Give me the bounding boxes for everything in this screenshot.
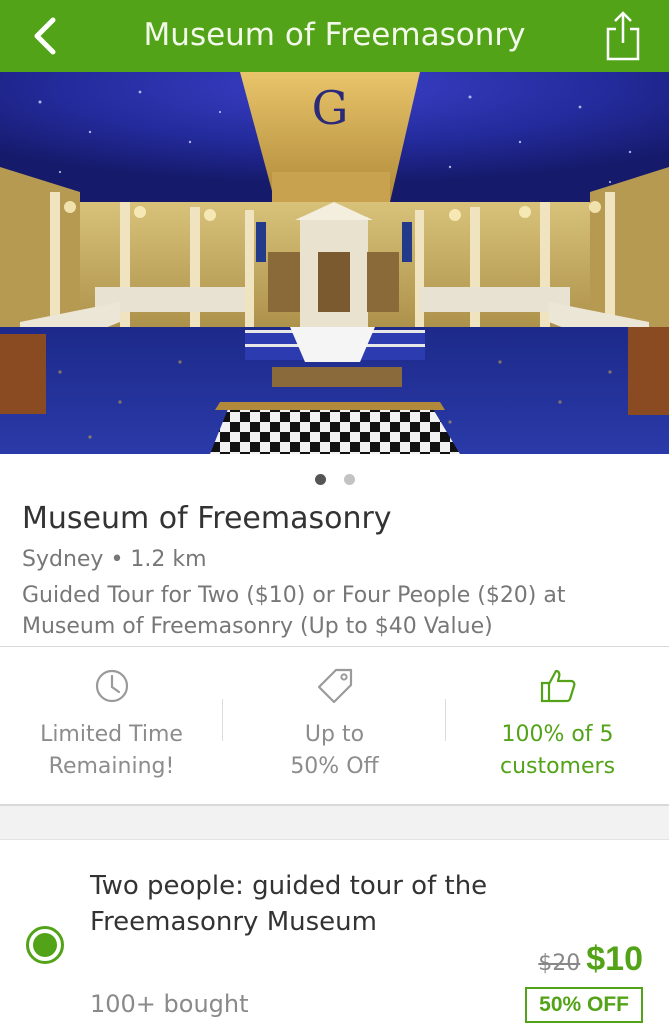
stat-customers: 100% of 5 customers [446,647,669,805]
option-radio-selected[interactable] [26,926,64,964]
ceiling-letter: G [312,81,349,135]
hero-image[interactable]: G [0,72,669,454]
deal-price: $10 [586,940,643,978]
deal-subtitle: Guided Tour for Two ($10) or Four People… [22,583,566,639]
bought-count: 100+ bought [90,990,249,1018]
deal-stats: Limited Time Remaining! Up to 50% Off 10… [0,647,669,805]
option-prices: $20 $10 [538,940,643,979]
page-title: Museum of Freemasonry [143,17,526,53]
thumbs-up-icon [539,667,577,705]
page-dot[interactable] [343,474,355,485]
section-gap [0,804,669,840]
gallery-pagination[interactable] [0,474,669,486]
stat-label: Up to 50% Off [290,722,379,779]
deal-location: Sydney • 1.2 km [22,547,207,572]
original-price: $20 [538,951,581,976]
stat-separator [445,699,446,741]
radio-dot [33,933,57,957]
stat-separator [222,699,223,741]
clock-icon [93,667,131,705]
share-button[interactable] [599,8,647,64]
tag-icon [316,667,354,705]
lodge-room-illustration: G [0,72,669,454]
deal-option[interactable]: Two people: guided tour of the Freemason… [0,840,669,1024]
stat-label: Limited Time Remaining! [40,722,183,779]
stat-label: 100% of 5 customers [499,722,616,779]
share-icon [606,11,640,61]
option-title: Two people: guided tour of the Freemason… [90,871,488,937]
page-dot-active[interactable] [314,474,326,485]
deal-title: Museum of Freemasonry [22,501,392,536]
discount-badge: 50% OFF [525,987,643,1023]
stat-discount: Up to 50% Off [223,647,446,805]
deal-info: Museum of Freemasonry Sydney • 1.2 km Gu… [22,500,642,642]
stat-limited-time: Limited Time Remaining! [0,647,223,805]
top-app-bar: Museum of Freemasonry [0,0,669,72]
